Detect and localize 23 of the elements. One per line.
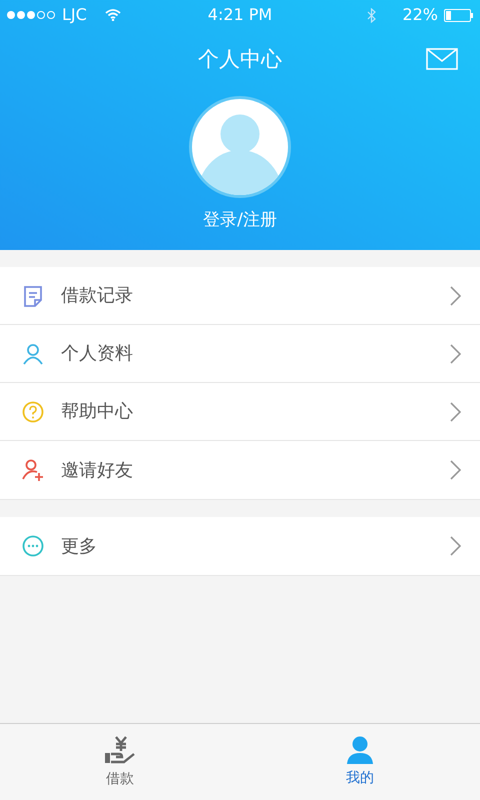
battery-icon [444, 8, 474, 22]
carrier-name: LJC [62, 4, 87, 26]
wifi-icon [104, 9, 121, 21]
clock-time: 4:21 PM [206, 4, 274, 26]
menu-label: 帮助中心 [61, 400, 134, 424]
signal-icon [6, 10, 56, 20]
menu-label: 借款记录 [61, 284, 134, 308]
chevron-right-icon [450, 536, 462, 556]
menu-label: 更多 [61, 534, 98, 558]
mail-icon[interactable] [426, 48, 458, 70]
tab-button[interactable]: 借款 [0, 724, 240, 800]
chevron-right-icon [450, 460, 462, 480]
chevron-right-icon [450, 286, 462, 306]
battery-percent: 22% [402, 4, 438, 26]
bluetooth-icon [367, 8, 376, 22]
chevron-right-icon [450, 344, 462, 364]
menu-label: 个人资料 [61, 342, 134, 366]
person-icon [346, 736, 374, 764]
page-title: 个人中心 [198, 46, 282, 74]
tab-button[interactable]: 我的 [240, 724, 480, 800]
hand-coin-icon [104, 734, 136, 764]
menu-label: 邀请好友 [61, 458, 134, 482]
chevron-right-icon [450, 402, 462, 422]
